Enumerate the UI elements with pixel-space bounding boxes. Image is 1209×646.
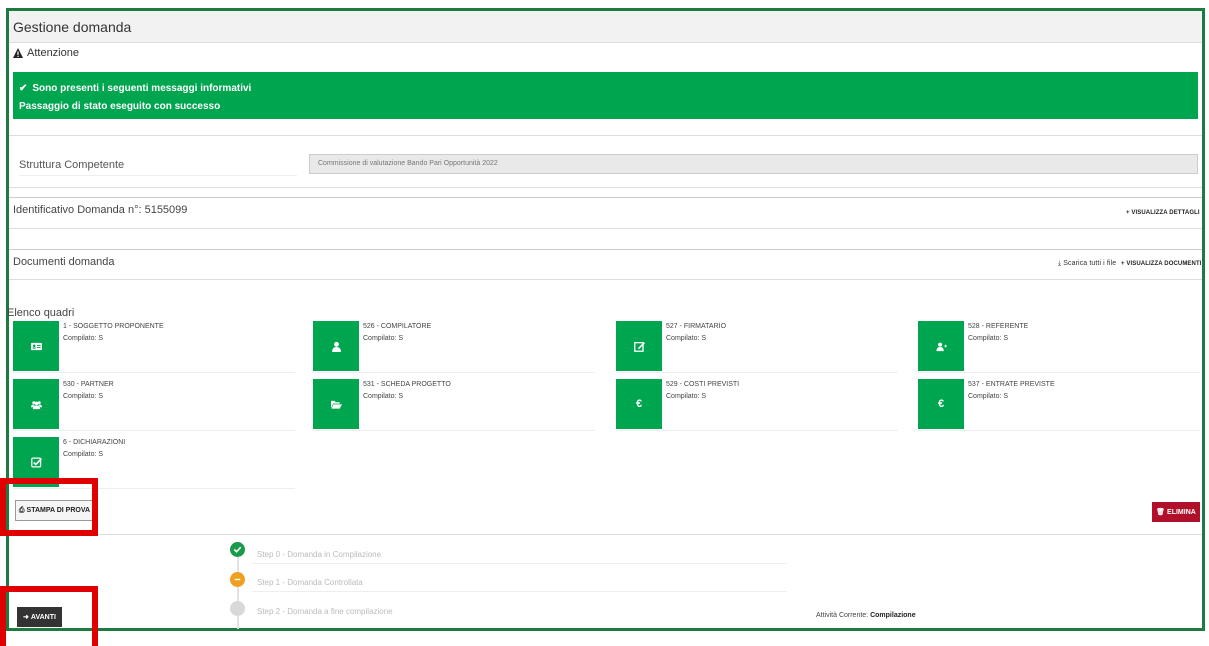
divider — [252, 591, 787, 592]
divider — [13, 372, 295, 373]
divider — [9, 279, 1202, 280]
quadro-title: 529 - COSTI PREVISTI — [666, 381, 740, 388]
quadro-tile[interactable]: 530 - PARTNER Compilato: S — [13, 379, 295, 431]
struttura-field: Commissione di valutazione Bando Pari Op… — [309, 154, 1198, 174]
divider — [616, 430, 898, 431]
quadro-tile[interactable]: 526 - COMPILATORE Compilato: S — [313, 321, 595, 373]
step-pending-icon — [230, 601, 245, 616]
step-current-icon — [230, 572, 245, 587]
edit-icon — [633, 341, 645, 352]
divider — [252, 563, 787, 564]
quadro-icon-box: € — [616, 379, 662, 429]
scarica-tutti-link[interactable]: ⤓ Scarica tutti i file — [1058, 260, 1116, 268]
attivita-corrente: Attività Corrente: Compilazione — [816, 612, 916, 619]
quadro-icon-box — [616, 321, 662, 371]
divider — [313, 430, 595, 431]
check-square-icon — [30, 456, 42, 468]
download-icon: ⤓ — [1058, 260, 1062, 267]
step-done-icon — [230, 542, 245, 557]
elenco-quadri-label: Elenco quadri — [7, 307, 75, 319]
quadro-icon-box — [918, 321, 964, 371]
divider — [616, 372, 898, 373]
quadro-tile[interactable]: 528 - REFERENTE Compilato: S — [918, 321, 1200, 373]
quadro-title: 537 - ENTRATE PREVISTE — [968, 381, 1055, 388]
divider — [9, 249, 1202, 250]
divider — [313, 372, 595, 373]
attention-heading: Attenzione — [13, 47, 79, 59]
divider — [13, 430, 295, 431]
quadro-status: Compilato: S — [666, 393, 707, 400]
divider — [9, 187, 1202, 188]
scarica-tutti-label: Scarica tutti i file — [1063, 260, 1117, 267]
visualizza-dettagli-label: VISUALIZZA DETTAGLI — [1131, 210, 1200, 216]
panel-title: Gestione domanda — [9, 11, 1202, 43]
quadro-title: 531 - SCHEDA PROGETTO — [363, 381, 451, 388]
euro-icon: € — [635, 398, 643, 410]
step-1-label: Step 1 - Domanda Controllata — [257, 578, 363, 587]
plus-icon: + — [1126, 210, 1130, 216]
divider — [918, 430, 1200, 431]
plus-icon: + — [1121, 261, 1125, 267]
documenti-label: Documenti domanda — [13, 256, 115, 268]
id-card-icon — [30, 342, 42, 350]
success-alert: ✔ Sono presenti i seguenti messaggi infor… — [13, 72, 1198, 119]
quadro-status: Compilato: S — [63, 393, 104, 400]
quadro-title: 530 - PARTNER — [63, 381, 114, 388]
quadro-status: Compilato: S — [63, 335, 104, 342]
quadro-icon-box — [313, 379, 359, 429]
divider — [9, 135, 1202, 136]
attention-label: Attenzione — [27, 47, 79, 59]
alert-line-2: Passaggio di stato eseguito con successo — [19, 101, 221, 112]
quadro-status: Compilato: S — [363, 393, 404, 400]
quadro-title: 6 - DICHIARAZIONI — [63, 439, 126, 446]
alert-line-1: Sono presenti i seguenti messaggi inform… — [32, 83, 252, 94]
quadro-icon-box: € — [918, 379, 964, 429]
user-plus-icon — [935, 342, 947, 351]
euro-icon: € — [937, 398, 945, 410]
check-icon: ✔ — [19, 83, 28, 94]
quadro-status: Compilato: S — [63, 451, 104, 458]
quadro-tile[interactable]: € 537 - ENTRATE PREVISTE Compilato: S — [918, 379, 1200, 431]
attivita-value: Compilazione — [870, 612, 916, 619]
elimina-label: ELIMINA — [1167, 508, 1196, 516]
divider — [9, 534, 1202, 535]
quadro-status: Compilato: S — [363, 335, 404, 342]
visualizza-documenti-link[interactable]: + VISUALIZZA DOCUMENTI — [1121, 261, 1202, 267]
identificativo-label: Identificativo Domanda n°: 5155099 — [13, 204, 188, 216]
quadro-title: 527 - FIRMATARIO — [666, 323, 727, 330]
quadro-icon-box — [13, 379, 59, 429]
quadro-icon-box — [13, 321, 59, 371]
visualizza-documenti-label: VISUALIZZA DOCUMENTI — [1126, 261, 1202, 267]
quadro-icon-box — [313, 321, 359, 371]
elimina-button[interactable]: 🗑 ELIMINA — [1152, 502, 1200, 522]
divider — [9, 228, 1202, 229]
divider — [9, 197, 1202, 198]
struttura-label: Struttura Competente — [19, 159, 297, 176]
quadro-tile[interactable]: € 529 - COSTI PREVISTI Compilato: S — [616, 379, 898, 431]
attivita-label: Attività Corrente: — [816, 612, 869, 619]
quadro-status: Compilato: S — [968, 335, 1009, 342]
quadro-tile[interactable]: 527 - FIRMATARIO Compilato: S — [616, 321, 898, 373]
step-2-label: Step 2 - Domanda a fine compilazione — [257, 607, 393, 616]
users-icon — [30, 400, 42, 409]
divider — [918, 372, 1200, 373]
folder-open-icon — [330, 400, 342, 409]
quadro-title: 526 - COMPILATORE — [363, 323, 432, 330]
steps-track — [237, 551, 239, 629]
user-icon — [331, 341, 341, 352]
quadro-tile[interactable]: 1 - SOGGETTO PROPONENTE Compilato: S — [13, 321, 295, 373]
highlight-box — [0, 586, 98, 646]
quadro-status: Compilato: S — [666, 335, 707, 342]
step-0-label: Step 0 - Domanda in Compilazione — [257, 550, 382, 559]
warning-icon — [13, 48, 23, 58]
quadro-title: 528 - REFERENTE — [968, 323, 1029, 330]
quadro-tile[interactable]: 531 - SCHEDA PROGETTO Compilato: S — [313, 379, 595, 431]
trash-icon: 🗑 — [1156, 509, 1166, 516]
visualizza-dettagli-link[interactable]: + VISUALIZZA DETTAGLI — [1126, 210, 1200, 216]
domanda-panel: Gestione domanda Attenzione ✔ Sono presen… — [6, 8, 1205, 631]
quadro-title: 1 - SOGGETTO PROPONENTE — [63, 323, 164, 330]
quadro-status: Compilato: S — [968, 393, 1009, 400]
highlight-box — [0, 478, 98, 536]
